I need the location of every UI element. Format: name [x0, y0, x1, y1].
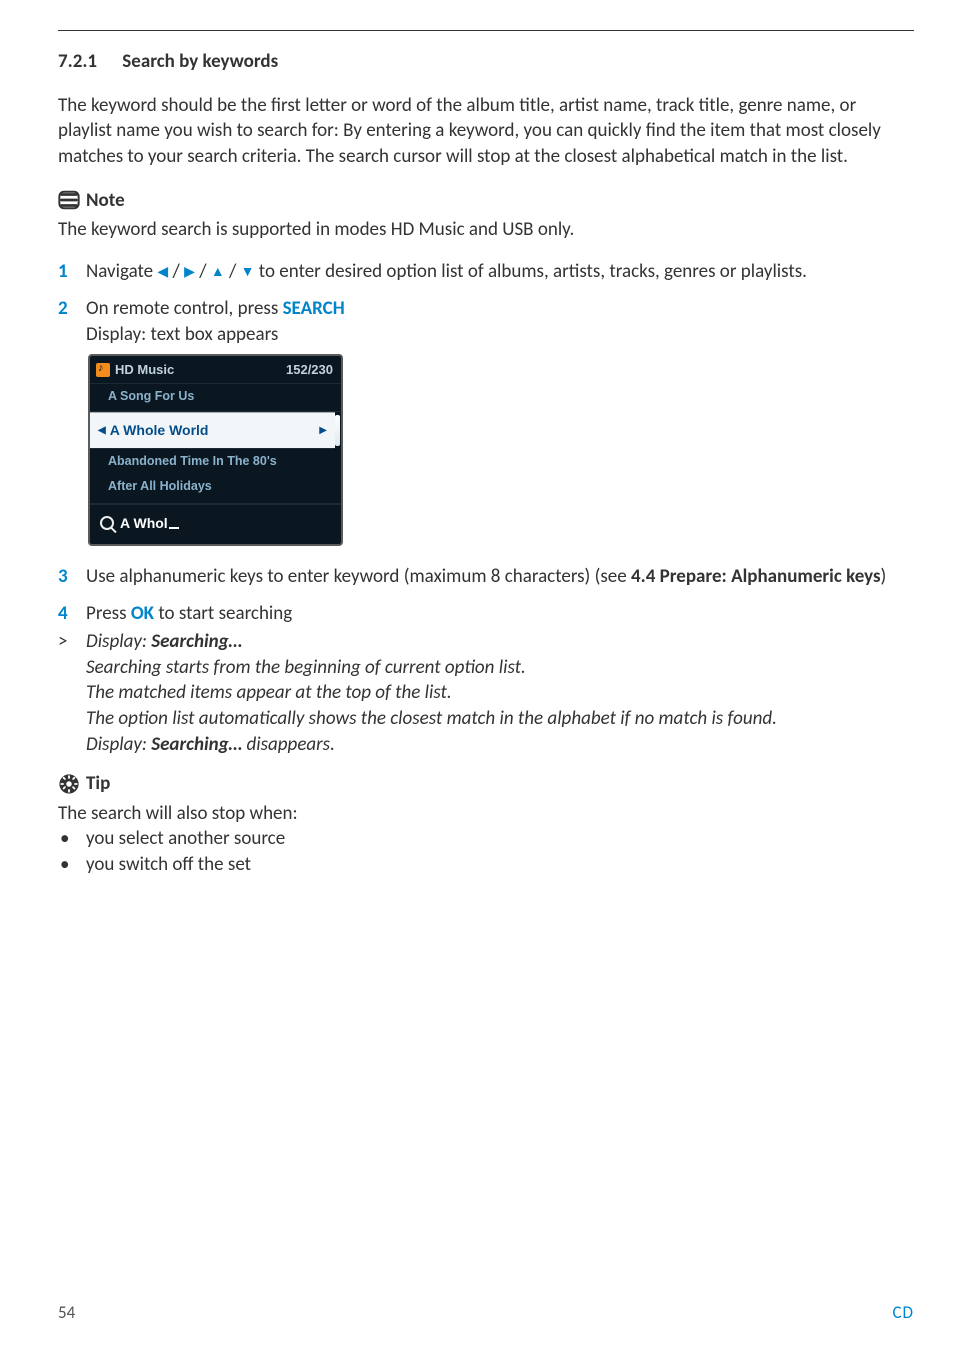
step-3: 3 Use alphanumeric keys to enter keyword… — [58, 564, 914, 590]
r3: The matched items appear at the top of t… — [86, 680, 914, 706]
arrow-down-icon: ▼ — [241, 263, 255, 282]
step-2-pre: On remote control, press — [86, 297, 283, 320]
search-text: A Whol — [120, 515, 168, 531]
arrow-up-icon: ▲ — [211, 263, 225, 282]
arrow-left-icon: ◀ — [157, 263, 168, 282]
bullet-text: you select another source — [86, 826, 285, 852]
step-4-post: to start searching — [154, 602, 292, 625]
text-cursor — [169, 527, 179, 529]
screenshot-counter: 152/230 — [286, 361, 333, 379]
tip-icon — [58, 773, 80, 795]
tip-heading: Tip — [58, 771, 914, 797]
active-row-wrap: ◀ A Whole World ▶ — [90, 412, 341, 449]
cross-ref: 4.4 Prepare: Alphanumeric keys — [631, 565, 881, 588]
tip-text: The search will also stop when: — [58, 801, 914, 827]
step-2: 2 On remote control, press SEARCH Displa… — [58, 296, 914, 347]
search-icon — [100, 516, 114, 530]
step-1-pre: Navigate — [86, 260, 157, 283]
section-title: Search by keywords — [122, 50, 278, 73]
list-item: After All Holidays — [90, 474, 341, 505]
music-icon — [96, 363, 110, 377]
chevron-left-icon: ◀ — [98, 424, 106, 438]
intro-paragraph: The keyword should be the first letter o… — [58, 93, 914, 170]
r1a: Display: — [86, 630, 151, 653]
bullet-2: • you switch off the set — [58, 852, 914, 878]
scrollbar-thumb — [335, 415, 340, 446]
step-number: 4 — [58, 601, 86, 627]
searching-label: Searching… — [151, 630, 242, 653]
section-heading: 7.2.1 Search by keywords — [58, 49, 914, 75]
search-row: A Whol — [90, 505, 341, 544]
sep: / — [168, 260, 184, 283]
step-text: On remote control, press SEARCH Display:… — [86, 296, 914, 347]
list-item: A Song For Us — [90, 384, 341, 412]
sep: / — [225, 260, 241, 283]
footer-label: CD — [892, 1302, 914, 1325]
search-keyword: SEARCH — [283, 297, 345, 320]
bullet-dot: • — [58, 852, 86, 878]
list-item: Abandoned Time In The 80's — [90, 449, 341, 474]
step-number: 3 — [58, 564, 86, 590]
device-screenshot: HD Music 152/230 A Song For Us ◀ A Whole … — [88, 354, 343, 546]
step-text: Navigate ◀ / ▶ / ▲ / ▼ to enter desired … — [86, 259, 914, 285]
step-3-post: ) — [881, 565, 887, 588]
step-3-pre: Use alphanumeric keys to enter keyword (… — [86, 565, 631, 588]
note-heading: Note — [58, 188, 914, 214]
step-4: 4 Press OK to start searching — [58, 601, 914, 627]
page-number: 54 — [58, 1302, 75, 1325]
note-icon — [58, 189, 80, 211]
page-footer: 54 CD — [58, 1302, 914, 1325]
screenshot-title: HD Music — [115, 361, 174, 379]
active-label: A Whole World — [110, 421, 209, 440]
r2: Searching starts from the beginning of c… — [86, 655, 914, 681]
note-text: The keyword search is supported in modes… — [58, 217, 914, 243]
screenshot-header: HD Music 152/230 — [90, 356, 341, 385]
top-rule — [58, 30, 914, 31]
step-4-pre: Press — [86, 602, 131, 625]
step-text: Use alphanumeric keys to enter keyword (… — [86, 564, 914, 590]
bullet-dot: • — [58, 826, 86, 852]
step-number: 2 — [58, 296, 86, 347]
step-2-sub: Display: text box appears — [86, 322, 914, 348]
result-text: Display: Searching… Searching starts fro… — [86, 629, 914, 757]
step-text: Press OK to start searching — [86, 601, 914, 627]
list-item-active: ◀ A Whole World ▶ — [90, 412, 335, 449]
sep: / — [195, 260, 211, 283]
result-block: > Display: Searching… Searching starts f… — [58, 629, 914, 757]
section-number: 7.2.1 — [58, 49, 118, 75]
bullet-1: • you select another source — [58, 826, 914, 852]
step-number: 1 — [58, 259, 86, 285]
ok-keyword: OK — [131, 602, 154, 625]
step-1: 1 Navigate ◀ / ▶ / ▲ / ▼ to enter desire… — [58, 259, 914, 285]
bullet-text: you switch off the set — [86, 852, 251, 878]
result-marker: > — [58, 629, 86, 757]
step-1-post: to enter desired option list of albums, … — [255, 260, 807, 283]
r4: The option list automatically shows the … — [86, 706, 914, 732]
arrow-right-icon: ▶ — [184, 263, 195, 282]
note-label: Note — [86, 188, 125, 214]
r5c: disappears. — [242, 733, 335, 756]
chevron-right-icon: ▶ — [319, 424, 327, 438]
tip-label: Tip — [86, 771, 110, 797]
searching-label: Searching… — [151, 733, 242, 756]
r5a: Display: — [86, 733, 151, 756]
